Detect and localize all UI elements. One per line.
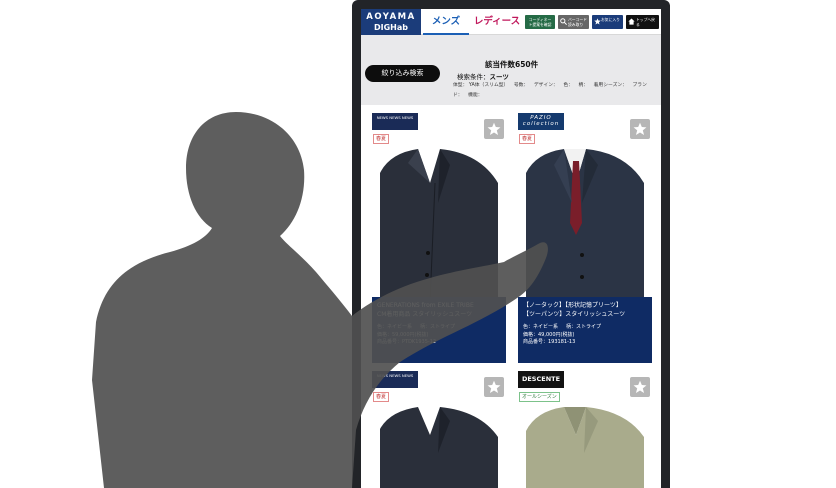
star-icon: [487, 122, 501, 136]
tab-women[interactable]: レディース: [471, 9, 523, 35]
product-color: 色：ネイビー系: [523, 324, 559, 330]
star-icon: [594, 18, 601, 25]
product-card[interactable]: PAZIO collection 春夏 【ノータック】【形状記憶プリーツ】 【ツ…: [518, 113, 652, 367]
stage: AOYAMA DIGHab メンズ レディース コーディネート提案を確認 バーコ…: [0, 0, 836, 488]
brand-logo: NEWS NEWS NEWS: [372, 113, 418, 130]
product-card[interactable]: NEWS NEWS NEWS 春夏 GENERATIONS from EXILE…: [372, 113, 506, 367]
star-icon: [633, 122, 647, 136]
product-image: [380, 407, 498, 488]
barcode-button[interactable]: バーコード読み取り: [558, 15, 589, 29]
product-image: [526, 407, 644, 488]
tab-men[interactable]: メンズ: [423, 9, 469, 35]
star-icon: [487, 380, 501, 394]
logo-line1: AOYAMA: [366, 12, 416, 22]
product-price: 価格：59,000円(税抜): [377, 331, 429, 338]
filter-bar: 絞り込み検索 該当件数650件 検索条件：スーツ 体型： YA体（スリム型） 号…: [361, 35, 661, 105]
result-count: 該当件数650件: [485, 60, 539, 69]
product-info-panel: GENERATIONS from EXILE TRIBE CM着用商品 スタイリ…: [372, 297, 506, 363]
condition-details: 体型： YA体（スリム型） 号数： デザイン： 色： 柄： 着用シーズン： ブラ…: [453, 81, 657, 100]
condition-value: スーツ: [489, 73, 509, 81]
condition-label: 検索条件：: [457, 73, 490, 81]
brand-logo: DESCENTE: [518, 371, 564, 388]
favorites-button-label: お気に入り: [601, 17, 620, 22]
search-condition: 検索条件：スーツ: [457, 71, 509, 81]
product-name-line1: 【ノータック】【形状記憶プリーツ】: [523, 302, 622, 309]
detail-color: 色：: [563, 83, 573, 88]
favorite-button[interactable]: [630, 119, 650, 139]
product-image: [526, 149, 644, 303]
detail-pattern: 柄：: [578, 83, 589, 88]
product-name-line2: CM着用商品 スタイリッシュスーツ: [377, 311, 473, 318]
detail-design: デザイン：: [533, 83, 558, 88]
detail-size: 号数：: [513, 83, 529, 88]
brand-logo: NEWS NEWS NEWS: [372, 371, 418, 388]
coordinate-button[interactable]: コーディネート提案を確認: [525, 15, 555, 29]
product-info-panel: 【ノータック】【形状記憶プリーツ】 【ツーパンツ】スタイリッシュスーツ 色：ネイ…: [518, 297, 652, 363]
product-code: 商品番号：PTDK1935-12: [377, 339, 437, 345]
product-price: 価格：49,000円(税抜): [523, 331, 575, 338]
aoyama-logo[interactable]: AOYAMA DIGHab: [361, 9, 421, 35]
top-button[interactable]: トップへ戻る: [626, 15, 659, 29]
product-card[interactable]: NEWS NEWS NEWS 春夏: [372, 371, 506, 488]
product-pattern: 柄：ストライプ: [566, 324, 602, 330]
product-spec: 色：ネイビー系 柄：ストライプ 価格：49,000円(税抜) 商品番号：19318…: [523, 324, 647, 347]
favorite-button[interactable]: [484, 377, 504, 397]
detail-season: 着用シーズン：: [593, 83, 627, 88]
product-spec: 色：ネイビー系 柄：ストライプ 価格：59,000円(税抜) 商品番号：PTDK1…: [377, 324, 501, 347]
barcode-button-label: バーコード読み取り: [568, 17, 587, 27]
magnifier-icon: [560, 18, 567, 25]
home-icon: [628, 18, 635, 25]
favorite-button[interactable]: [484, 119, 504, 139]
favorites-button[interactable]: お気に入り: [592, 15, 623, 29]
product-color: 色：ネイビー系: [377, 324, 413, 330]
top-button-label: トップへ戻る: [636, 17, 655, 27]
logo-line2: DIGHab: [373, 23, 408, 32]
brand-logo: PAZIO collection: [518, 113, 564, 130]
detail-function: 機能：: [468, 92, 483, 98]
detail-body-type: 体型： YA体（スリム型）: [453, 83, 509, 88]
star-icon: [633, 380, 647, 394]
app-header: AOYAMA DIGHab メンズ レディース コーディネート提案を確認 バーコ…: [361, 9, 661, 35]
product-image: [380, 149, 498, 303]
favorite-button[interactable]: [630, 377, 650, 397]
kiosk-screen: AOYAMA DIGHab メンズ レディース コーディネート提案を確認 バーコ…: [361, 9, 661, 488]
kiosk-display: AOYAMA DIGHab メンズ レディース コーディネート提案を確認 バーコ…: [352, 0, 670, 488]
product-code: 商品番号：193181-13: [523, 339, 576, 345]
product-pattern: 柄：ストライプ: [420, 324, 456, 330]
product-name-line2: 【ツーパンツ】スタイリッシュスーツ: [523, 311, 626, 318]
filter-search-button[interactable]: 絞り込み検索: [365, 65, 440, 82]
product-card[interactable]: DESCENTE オールシーズン: [518, 371, 652, 488]
product-name-line1: GENERATIONS from EXILE TRIBE: [377, 302, 474, 309]
